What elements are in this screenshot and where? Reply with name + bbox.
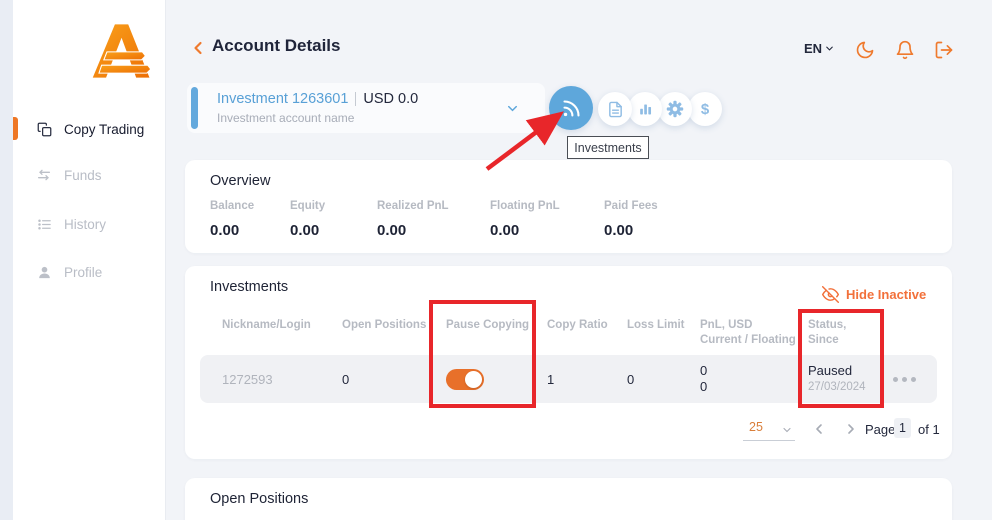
logout-icon[interactable]: [934, 40, 954, 60]
chevron-down-icon: [824, 43, 835, 54]
language-label: EN: [804, 41, 822, 56]
hide-inactive-label: Hide Inactive: [846, 287, 926, 302]
rows-per-page-select[interactable]: 25: [743, 417, 795, 441]
cell-loss-limit: 0: [627, 355, 634, 403]
sidebar-item-profile[interactable]: Profile: [13, 259, 165, 285]
hide-inactive-button[interactable]: Hide Inactive: [822, 286, 926, 303]
back-button[interactable]: [188, 38, 208, 58]
copy-icon: [36, 121, 52, 137]
pnl-current: 0: [700, 363, 707, 379]
sidebar-item-funds[interactable]: Funds: [13, 162, 165, 188]
status-since: 27/03/2024: [808, 379, 866, 395]
amarkets-logo[interactable]: [91, 24, 153, 78]
page-label: Page: [865, 422, 895, 437]
sidebar-item-label: Profile: [64, 265, 102, 280]
status-badge: Paused: [808, 363, 852, 379]
investments-tooltip: Investments: [567, 136, 649, 159]
investments-card: Investments Hide Inactive Nickname/Login…: [185, 266, 952, 459]
metric-label: Realized PnL: [377, 200, 449, 212]
account-balance: USD 0.0: [363, 91, 418, 107]
toggle-knob: [465, 371, 482, 388]
investments-tab-button[interactable]: [549, 86, 593, 130]
settings-tab-button[interactable]: [658, 92, 692, 126]
fees-tab-button[interactable]: $: [688, 92, 722, 126]
cell-nickname: 1272593: [222, 355, 273, 403]
current-page-box: 1: [894, 418, 911, 438]
list-icon: [36, 216, 52, 232]
prev-page-button[interactable]: [811, 421, 827, 437]
col-header-pnl: PnL, USDCurrent / Floating: [700, 318, 796, 348]
cell-copy-ratio: 1: [547, 355, 554, 403]
divider: [355, 92, 356, 106]
bell-icon[interactable]: [895, 40, 915, 60]
pause-copying-toggle[interactable]: [446, 369, 484, 390]
eye-off-icon: [822, 286, 839, 303]
pnl-floating: 0: [700, 379, 707, 395]
row-actions-menu[interactable]: [893, 355, 916, 403]
metric-floating-pnl: Floating PnL 0.00: [490, 200, 560, 239]
cell-status: Paused 27/03/2024: [808, 355, 866, 403]
metric-value: 0.00: [377, 222, 449, 239]
gear-icon: [666, 100, 684, 118]
moon-icon[interactable]: [855, 40, 875, 60]
account-name: Investment 1263601: [217, 91, 348, 107]
sidebar-item-label: History: [64, 217, 106, 232]
user-icon: [36, 264, 52, 280]
chevron-down-icon[interactable]: [505, 101, 520, 116]
account-subtitle: Investment account name: [217, 111, 354, 125]
col-header-pause-copying: Pause Copying: [446, 318, 529, 333]
bar-chart-icon: [637, 101, 654, 118]
metric-paid-fees: Paid Fees 0.00: [604, 200, 658, 239]
col-header-open-positions: Open Positions: [342, 318, 426, 333]
report-tab-button[interactable]: [598, 92, 632, 126]
sidebar-item-label: Funds: [64, 168, 102, 183]
language-selector[interactable]: EN: [804, 41, 835, 56]
file-report-icon: [607, 101, 624, 118]
next-page-button[interactable]: [843, 421, 859, 437]
rss-investments-icon: [561, 98, 582, 119]
page-title: Account Details: [212, 36, 340, 56]
left-edge-strip: [0, 0, 13, 520]
metric-value: 0.00: [604, 222, 658, 239]
metric-label: Paid Fees: [604, 200, 658, 212]
col-header-status: Status,Since: [808, 318, 846, 348]
cell-open-positions: 0: [342, 355, 349, 403]
col-header-loss-limit: Loss Limit: [627, 318, 685, 333]
metric-balance: Balance 0.00: [210, 200, 254, 239]
metric-realized-pnl: Realized PnL 0.00: [377, 200, 449, 239]
dollar-icon: $: [701, 101, 709, 118]
metric-equity: Equity 0.00: [290, 200, 325, 239]
open-positions-card: Open Positions: [185, 478, 952, 520]
metric-label: Floating PnL: [490, 200, 560, 212]
account-selector[interactable]: Investment 1263601 USD 0.0 Investment ac…: [187, 83, 545, 133]
sidebar-item-history[interactable]: History: [13, 211, 165, 237]
sidebar-item-label: Copy Trading: [64, 122, 144, 137]
metric-label: Balance: [210, 200, 254, 212]
investments-title: Investments: [210, 279, 288, 295]
open-positions-title: Open Positions: [210, 491, 308, 507]
metric-value: 0.00: [210, 222, 254, 239]
metric-value: 0.00: [490, 222, 560, 239]
account-accent-bar: [191, 87, 198, 129]
col-header-copy-ratio: Copy Ratio: [547, 318, 608, 333]
account-details-page: Copy Trading Funds History Profile Accou…: [0, 0, 992, 520]
overview-card: Overview Balance 0.00 Equity 0.00 Realiz…: [185, 160, 952, 253]
sidebar-item-copy-trading[interactable]: Copy Trading: [13, 116, 165, 142]
table-row: 1272593 0 1 0 0 0 Paused 27/03/2024: [200, 355, 937, 403]
page-of-label: of 1: [918, 422, 940, 437]
chevron-down-icon: [781, 424, 793, 436]
metric-value: 0.00: [290, 222, 325, 239]
rows-per-page-value: 25: [749, 420, 763, 434]
metric-label: Equity: [290, 200, 325, 212]
overview-title: Overview: [210, 173, 270, 189]
cell-pnl: 0 0: [700, 355, 707, 403]
transfer-icon: [36, 167, 52, 183]
statistics-tab-button[interactable]: [628, 92, 662, 126]
col-header-nickname: Nickname/Login: [222, 318, 311, 333]
